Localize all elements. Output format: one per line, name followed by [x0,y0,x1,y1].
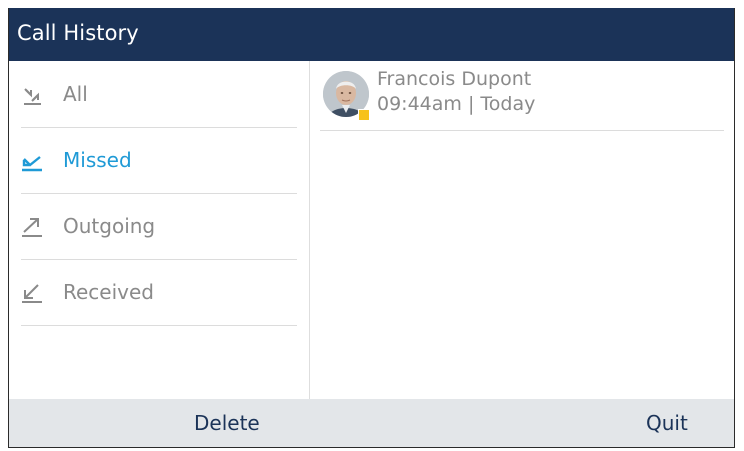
call-list: Francois Dupont 09:44am | Today [310,61,734,399]
delete-button[interactable]: Delete [194,399,260,447]
page-title: Call History [17,21,139,45]
sidebar-item-all[interactable]: All [21,61,297,128]
sidebar-item-label: Received [63,280,154,304]
sidebar-item-label: Missed [63,148,132,172]
sidebar-item-missed[interactable]: Missed [21,127,297,194]
outgoing-call-icon [21,216,43,238]
phone-screen: Call History All Missed Outgoing Receive… [8,8,735,448]
presence-status-indicator [358,109,370,121]
softkey-bar: Delete Quit [9,399,734,447]
title-bar: Call History [9,8,734,61]
missed-call-icon [21,150,43,172]
sidebar-item-label: All [63,82,88,106]
all-calls-icon [21,84,43,106]
call-list-item[interactable]: Francois Dupont 09:44am | Today [320,61,724,131]
quit-button[interactable]: Quit [646,399,688,447]
caller-name: Francois Dupont [377,68,532,90]
call-filter-sidebar: All Missed Outgoing Received [9,61,310,399]
received-call-icon [21,282,43,304]
sidebar-item-outgoing[interactable]: Outgoing [21,193,297,260]
call-time: 09:44am | Today [377,93,536,115]
sidebar-item-received[interactable]: Received [21,259,297,326]
sidebar-item-label: Outgoing [63,214,156,238]
